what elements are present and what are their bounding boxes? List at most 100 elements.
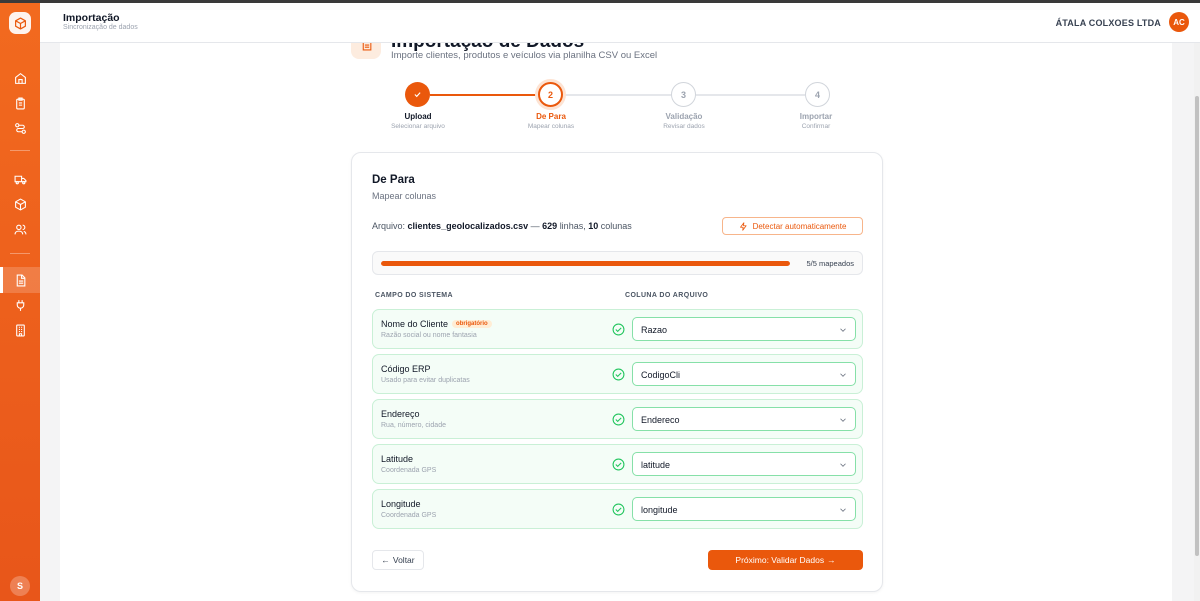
building-icon — [15, 324, 25, 336]
company-name[interactable]: ÁTALA COLXOES LTDA — [1056, 18, 1161, 28]
route-icon — [14, 122, 26, 134]
field-description: Usado para evitar duplicatas — [381, 377, 470, 384]
window-top-border — [0, 0, 1200, 3]
progress-text: 5/5 mapeados — [806, 259, 854, 268]
app-logo-icon[interactable] — [9, 12, 31, 34]
card-subtitle: Mapear colunas — [372, 191, 437, 201]
scrollbar-thumb[interactable] — [1195, 96, 1199, 556]
chevron-down-icon — [840, 328, 846, 332]
arrow-right-icon: → — [827, 555, 836, 565]
selected-column: Endereco — [641, 415, 680, 425]
card-title: De Para — [372, 174, 415, 186]
plug-icon — [16, 299, 24, 311]
file-info: Arquivo: clientes_geolocalizados.csv — 6… — [372, 221, 632, 231]
sidebar-item-company[interactable] — [0, 317, 40, 343]
field-name: Longitude — [381, 499, 421, 509]
user-avatar[interactable]: S — [10, 576, 30, 596]
field-name: Nome do Cliente — [381, 319, 449, 329]
sidebar-divider — [10, 253, 30, 254]
sidebar-item-routes[interactable] — [0, 115, 40, 141]
step-connector-done — [430, 94, 538, 96]
account-avatar[interactable]: AC — [1169, 12, 1189, 32]
sidebar-divider — [10, 150, 30, 151]
back-button[interactable]: ← Voltar — [372, 550, 424, 570]
users-icon — [14, 224, 26, 234]
chevron-down-icon — [840, 508, 846, 512]
step-2-label: De Para — [536, 112, 566, 121]
check-circle-icon — [612, 368, 625, 381]
next-validate-button[interactable]: Próximo: Validar Dados → — [708, 550, 863, 570]
field-description: Coordenada GPS — [381, 467, 437, 474]
chevron-down-icon — [840, 463, 846, 467]
field-description: Razão social ou nome fantasia — [381, 332, 477, 339]
sidebar-item-home[interactable] — [0, 65, 40, 91]
column-select[interactable]: Endereco — [632, 407, 856, 431]
step-4-desc: Confirmar — [801, 123, 831, 130]
row-count: 629 — [542, 221, 558, 231]
auto-detect-button[interactable]: Detectar automaticamente — [722, 217, 863, 235]
sidebar-item-products[interactable] — [0, 191, 40, 217]
step-connector — [563, 94, 671, 96]
selected-column: Razao — [641, 325, 668, 335]
mapping-row: Código ERP Usado para evitar duplicatas … — [372, 354, 863, 394]
mapping-card: De Para Mapear colunas Arquivo: clientes… — [351, 152, 883, 592]
sidebar-item-orders[interactable] — [0, 90, 40, 116]
check-circle-icon — [612, 503, 625, 516]
file-name: clientes_geolocalizados.csv — [407, 221, 529, 231]
field-name: Código ERP — [381, 364, 431, 374]
step-4-label: Importar — [799, 112, 833, 121]
sidebar-item-vehicles[interactable] — [0, 166, 40, 192]
step-1-label: Upload — [404, 112, 432, 121]
selected-column: longitude — [641, 505, 678, 515]
clipboard-icon — [15, 97, 25, 109]
required-badge: obrigatório — [452, 320, 492, 328]
home-icon — [14, 72, 26, 84]
main-content: Importação de Dados Importe clientes, pr… — [60, 43, 1172, 601]
mapping-row: Nome do Cliente obrigatório Razão social… — [372, 309, 863, 349]
mapping-row: Endereço Rua, número, cidade Endereco — [372, 399, 863, 439]
field-description: Rua, número, cidade — [381, 422, 446, 429]
progress-track — [381, 261, 790, 266]
chevron-down-icon — [840, 373, 846, 377]
column-header-system: CAMPO DO SISTEMA — [375, 292, 453, 299]
chevron-down-icon — [840, 418, 846, 422]
column-count: 10 — [588, 221, 599, 231]
step-4-circle[interactable]: 4 — [805, 82, 830, 107]
truck-icon — [14, 175, 26, 184]
column-select[interactable]: Razao — [632, 317, 856, 341]
sidebar-item-integrations[interactable] — [0, 292, 40, 318]
sidebar: S — [0, 3, 40, 601]
sidebar-item-clients[interactable] — [0, 216, 40, 242]
step-2-circle[interactable]: 2 — [538, 82, 563, 107]
mapping-progress: 5/5 mapeados — [372, 251, 863, 275]
mapping-row: Longitude Coordenada GPS longitude — [372, 489, 863, 529]
mapping-row: Latitude Coordenada GPS latitude — [372, 444, 863, 484]
import-page-icon — [351, 43, 381, 59]
step-1-desc: Selecionar arquivo — [391, 123, 445, 130]
column-select[interactable]: CodigoCli — [632, 362, 856, 386]
file-sheet-icon — [16, 274, 25, 286]
field-description: Coordenada GPS — [381, 512, 437, 519]
header-title: Importação — [63, 12, 120, 24]
selected-column: CodigoCli — [641, 370, 681, 380]
step-2-desc: Mapear colunas — [527, 123, 575, 130]
step-3-label: Validação — [665, 112, 703, 121]
column-select[interactable]: latitude — [632, 452, 856, 476]
arrow-left-icon: ← — [381, 555, 390, 565]
header-subtitle: Sincronização de dados — [63, 24, 138, 31]
check-icon — [414, 92, 421, 98]
step-3-desc: Revisar dados — [663, 123, 705, 130]
package-icon — [14, 198, 26, 210]
sidebar-item-import[interactable] — [0, 267, 40, 293]
step-3-circle[interactable]: 3 — [671, 82, 696, 107]
check-circle-icon — [612, 323, 625, 336]
check-circle-icon — [612, 458, 625, 471]
top-header: Importação Sincronização de dados ÁTALA … — [40, 3, 1200, 43]
page-subtitle: Importe clientes, produtos e veículos vi… — [391, 50, 658, 61]
selected-column: latitude — [641, 460, 671, 470]
step-connector — [696, 94, 805, 96]
progress-fill — [381, 261, 790, 266]
step-1-circle[interactable] — [405, 82, 430, 107]
column-select[interactable]: longitude — [632, 497, 856, 521]
check-circle-icon — [612, 413, 625, 426]
